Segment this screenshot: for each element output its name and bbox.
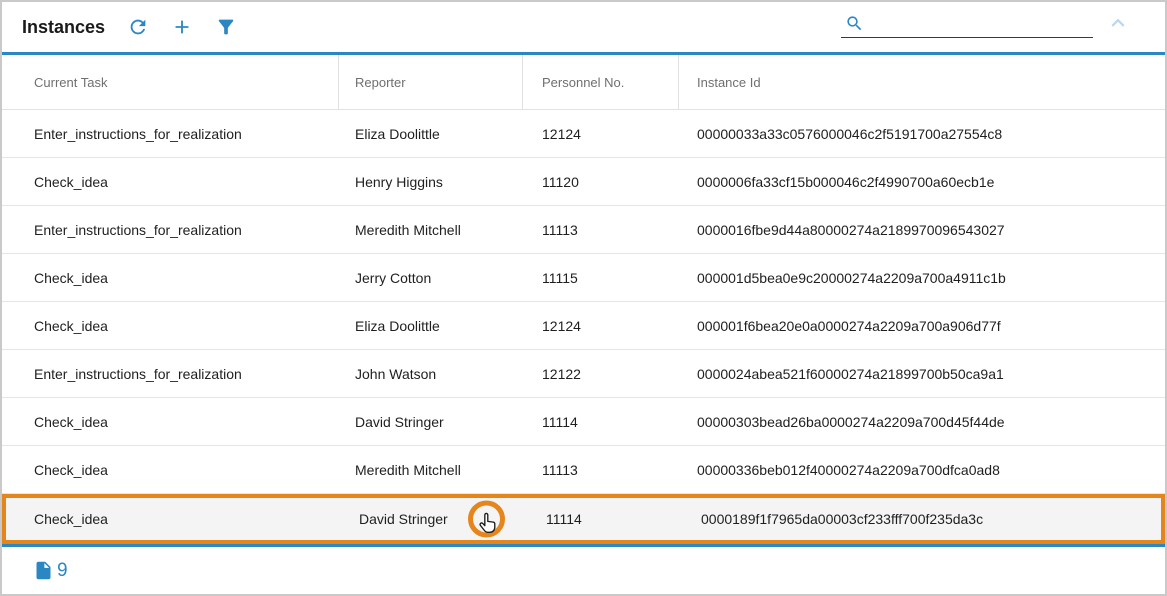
cell-reporter: Meredith Mitchell: [339, 222, 523, 238]
cell-reporter: Meredith Mitchell: [339, 462, 523, 478]
cell-reporter: Jerry Cotton: [339, 270, 523, 286]
table-row[interactable]: Check_idea Meredith Mitchell 11113 00000…: [2, 446, 1165, 494]
cell-instance-id: 0000189f1f7965da00003cf233fff700f235da3c: [683, 511, 1161, 527]
column-header-reporter[interactable]: Reporter: [339, 55, 523, 109]
cell-instance-id: 0000006fa33cf15b000046c2f4990700a60ecb1e: [679, 174, 1165, 190]
search-area: [841, 8, 1165, 38]
record-count-icon: [33, 560, 54, 581]
collapse-panel-button[interactable]: [1105, 10, 1131, 36]
cell-current-task: Check_idea: [2, 270, 339, 286]
cell-reporter: David Stringer: [339, 414, 523, 430]
column-header-personnel-no[interactable]: Personnel No.: [523, 55, 679, 109]
cell-reporter: Eliza Doolittle: [339, 318, 523, 334]
cell-instance-id: 00000303bead26ba0000274a2209a700d45f44de: [679, 414, 1165, 430]
table-row[interactable]: Check_idea David Stringer 11114 0000189f…: [2, 494, 1165, 544]
chevron-up-icon: [1105, 10, 1131, 36]
cell-instance-id: 000001f6bea20e0a0000274a2209a700a906d77f: [679, 318, 1165, 334]
footer: 9: [2, 547, 1165, 594]
table-row[interactable]: Enter_instructions_for_realization Eliza…: [2, 110, 1165, 158]
record-count: 9: [57, 560, 68, 582]
cell-current-task: Check_idea: [2, 414, 339, 430]
cell-instance-id: 000001d5bea0e9c20000274a2209a700a4911c1b: [679, 270, 1165, 286]
click-indicator: [468, 501, 505, 538]
toolbar: Instances: [2, 2, 1165, 52]
cell-current-task: Check_idea: [6, 511, 343, 527]
column-header-current-task[interactable]: Current Task: [2, 55, 339, 109]
cell-current-task: Enter_instructions_for_realization: [2, 366, 339, 382]
table-body: Enter_instructions_for_realization Eliza…: [2, 110, 1165, 544]
add-button[interactable]: [171, 16, 193, 38]
cell-current-task: Check_idea: [2, 318, 339, 334]
cell-instance-id: 0000024abea521f60000274a21899700b50ca9a1: [679, 366, 1165, 382]
table-header: Current Task Reporter Personnel No. Inst…: [2, 55, 1165, 110]
filter-icon: [215, 16, 237, 38]
cell-personnel-no: 11113: [523, 222, 679, 238]
refresh-icon: [127, 16, 149, 38]
search-icon: [841, 10, 866, 35]
refresh-button[interactable]: [127, 16, 149, 38]
cell-personnel-no: 11113: [523, 462, 679, 478]
toolbar-actions: [127, 16, 237, 38]
cell-personnel-no: 11114: [527, 511, 683, 527]
hand-cursor-icon: [475, 508, 498, 531]
search-input[interactable]: [866, 10, 1093, 36]
table-row[interactable]: Enter_instructions_for_realization John …: [2, 350, 1165, 398]
cell-instance-id: 0000016fbe9d44a80000274a2189970096543027: [679, 222, 1165, 238]
cell-current-task: Enter_instructions_for_realization: [2, 126, 339, 142]
cell-personnel-no: 12124: [523, 318, 679, 334]
table-row[interactable]: Check_idea Henry Higgins 11120 0000006fa…: [2, 158, 1165, 206]
cell-personnel-no: 12122: [523, 366, 679, 382]
table-row[interactable]: Check_idea Eliza Doolittle 12124 000001f…: [2, 302, 1165, 350]
cell-reporter: John Watson: [339, 366, 523, 382]
cell-current-task: Enter_instructions_for_realization: [2, 222, 339, 238]
plus-icon: [171, 16, 193, 38]
cell-instance-id: 00000336beb012f40000274a2209a700dfca0ad8: [679, 462, 1165, 478]
cell-personnel-no: 11115: [523, 270, 679, 286]
page-title: Instances: [22, 17, 105, 38]
table-row[interactable]: Enter_instructions_for_realization Mered…: [2, 206, 1165, 254]
cell-reporter: Eliza Doolittle: [339, 126, 523, 142]
instances-panel: Instances: [0, 0, 1167, 596]
table-row[interactable]: Check_idea David Stringer 11114 00000303…: [2, 398, 1165, 446]
cell-personnel-no: 11120: [523, 174, 679, 190]
table-row[interactable]: Check_idea Jerry Cotton 11115 000001d5be…: [2, 254, 1165, 302]
cell-personnel-no: 12124: [523, 126, 679, 142]
cell-instance-id: 00000033a33c0576000046c2f5191700a27554c8: [679, 126, 1165, 142]
cell-reporter: Henry Higgins: [339, 174, 523, 190]
cell-current-task: Check_idea: [2, 462, 339, 478]
filter-button[interactable]: [215, 16, 237, 38]
search-box: [841, 8, 1093, 38]
cell-personnel-no: 11114: [523, 414, 679, 430]
cell-current-task: Check_idea: [2, 174, 339, 190]
column-header-instance-id[interactable]: Instance Id: [679, 55, 1165, 109]
